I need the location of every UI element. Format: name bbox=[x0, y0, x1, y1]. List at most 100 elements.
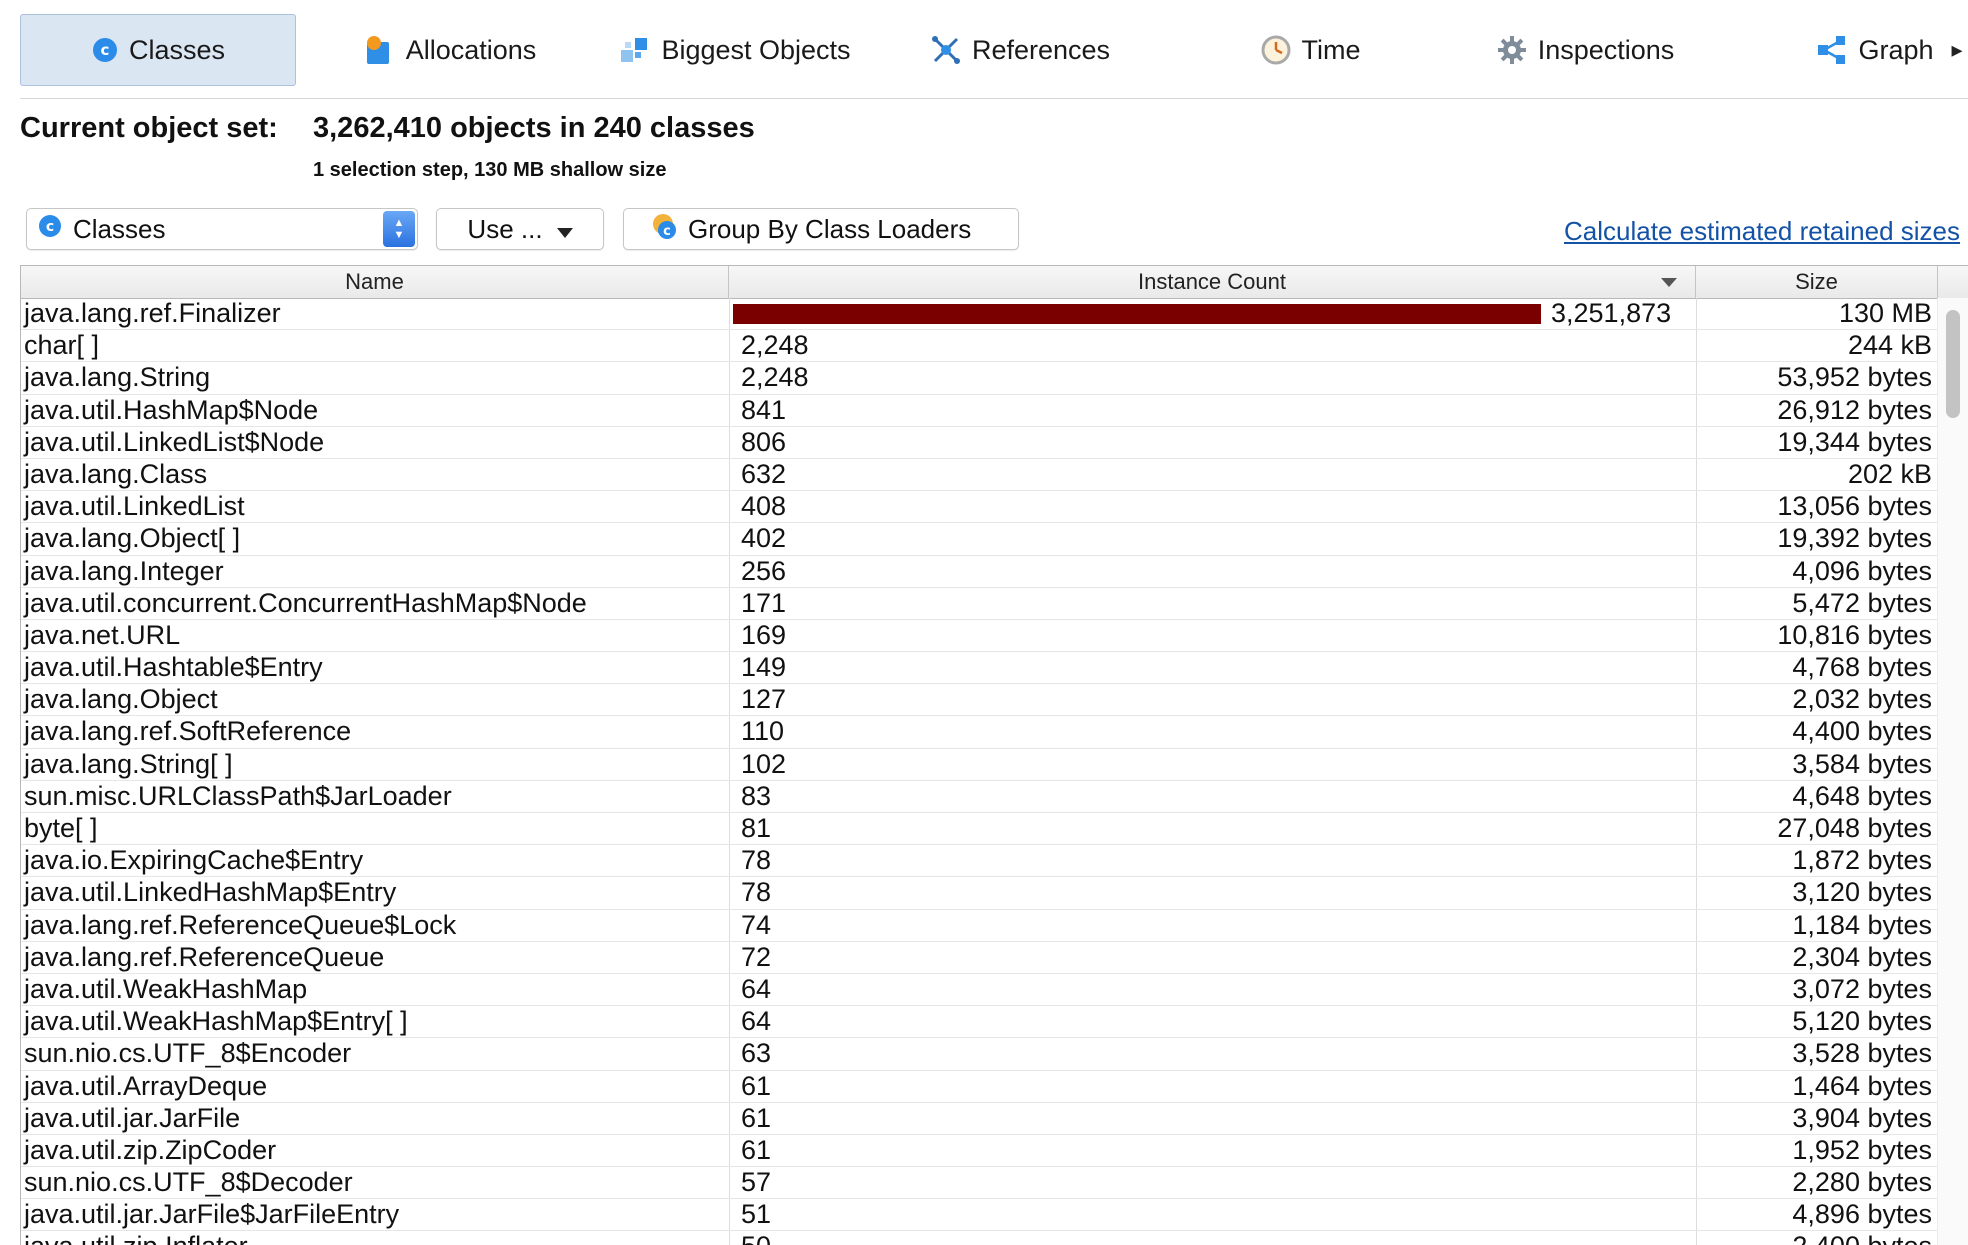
class-name-cell: sun.nio.cs.UTF_8$Encoder bbox=[24, 1038, 352, 1069]
calculate-retained-sizes-link[interactable]: Calculate estimated retained sizes bbox=[1564, 216, 1960, 247]
class-name-cell: java.util.LinkedList$Node bbox=[24, 426, 325, 457]
table-row[interactable]: java.util.zip.Inflater 50 2,400 bytes bbox=[21, 1231, 1938, 1245]
table-row[interactable]: char[ ] 2,248 244 kB bbox=[21, 330, 1938, 363]
tab-time[interactable]: Time bbox=[1245, 14, 1375, 86]
table-row[interactable]: java.util.jar.JarFile 61 3,904 bytes bbox=[21, 1103, 1938, 1135]
instance-count-cell: 169 bbox=[741, 619, 787, 650]
graph-icon bbox=[1816, 34, 1848, 66]
size-cell: 4,096 bytes bbox=[1792, 555, 1932, 586]
tab-graph[interactable]: Graph bbox=[1810, 14, 1940, 86]
table-row[interactable]: java.util.LinkedList$Node 806 19,344 bytes bbox=[21, 427, 1938, 459]
class-loader-icon: c bbox=[650, 211, 680, 248]
table-row[interactable]: sun.misc.URLClassPath$JarLoader 83 4,648 b… bbox=[21, 781, 1938, 813]
table-row[interactable]: java.util.WeakHashMap$Entry[ ] 64 5,120 by… bbox=[21, 1006, 1938, 1039]
tab-inspections[interactable]: Inspections bbox=[1485, 14, 1685, 86]
instance-count-cell: 171 bbox=[741, 587, 787, 618]
column-header-instance-count[interactable]: Instance Count bbox=[729, 266, 1696, 298]
table-row[interactable]: java.lang.String 2,248 53,952 bytes bbox=[21, 362, 1938, 395]
instance-count-cell: 61 bbox=[741, 1102, 772, 1133]
select-stepper-icon[interactable]: ▲ ▼ bbox=[383, 211, 415, 247]
gear-icon bbox=[1496, 34, 1528, 66]
instance-count-cell: 57 bbox=[741, 1167, 772, 1198]
instance-count-cell: 841 bbox=[741, 394, 787, 425]
table-row[interactable]: java.util.LinkedHashMap$Entry 78 3,120 byt… bbox=[21, 877, 1938, 910]
column-header-label: Instance Count bbox=[1138, 269, 1286, 294]
class-name-cell: java.lang.String bbox=[24, 362, 211, 393]
class-name-cell: java.util.zip.ZipCoder bbox=[24, 1134, 277, 1165]
table-row[interactable]: java.util.LinkedList 408 13,056 bytes bbox=[21, 491, 1938, 524]
size-cell: 5,472 bytes bbox=[1792, 587, 1932, 618]
current-object-set-value: 3,262,410 objects in 240 classes bbox=[313, 112, 755, 144]
table-row[interactable]: java.util.WeakHashMap 64 3,072 bytes bbox=[21, 974, 1938, 1007]
instance-count-cell: 256 bbox=[741, 555, 787, 586]
svg-text:c: c bbox=[663, 224, 671, 239]
class-c-icon: c bbox=[91, 36, 119, 64]
table-row[interactable]: java.util.Hashtable$Entry 149 4,768 bytes bbox=[21, 652, 1938, 685]
class-c-icon: c bbox=[37, 213, 63, 246]
class-name-cell: java.util.LinkedHashMap$Entry bbox=[24, 877, 397, 908]
instance-count-cell: 127 bbox=[741, 684, 787, 715]
size-cell: 27,048 bytes bbox=[1777, 813, 1932, 843]
view-select[interactable]: c Classes ▲ ▼ bbox=[26, 208, 418, 250]
table-row[interactable]: byte[ ] 81 27,048 bytes bbox=[21, 813, 1938, 846]
group-by-class-loaders-button[interactable]: c Group By Class Loaders bbox=[623, 208, 1019, 250]
instance-count-cell: 2,248 bbox=[741, 362, 809, 393]
use-button[interactable]: Use ... bbox=[436, 208, 604, 250]
size-cell: 3,904 bytes bbox=[1792, 1102, 1932, 1133]
size-cell: 13,056 bytes bbox=[1777, 491, 1932, 522]
instance-count-cell: 806 bbox=[741, 426, 787, 457]
table-row[interactable]: java.lang.ref.SoftReference 110 4,400 byte… bbox=[21, 716, 1938, 749]
size-cell: 244 kB bbox=[1847, 330, 1932, 361]
table-row[interactable]: java.util.concurrent.ConcurrentHashMap$N… bbox=[21, 588, 1938, 620]
tab-classes[interactable]: c Classes bbox=[20, 14, 296, 86]
instance-count-cell: 51 bbox=[741, 1199, 772, 1230]
instance-count-cell: 102 bbox=[741, 748, 787, 779]
class-name-cell: java.util.jar.JarFile bbox=[24, 1102, 241, 1133]
size-cell: 4,768 bytes bbox=[1792, 652, 1932, 683]
class-name-cell: java.lang.ref.ReferenceQueue bbox=[24, 941, 385, 972]
table-row[interactable]: java.io.ExpiringCache$Entry 78 1,872 bytes bbox=[21, 845, 1938, 878]
instance-count-cell: 408 bbox=[741, 491, 787, 522]
table-row[interactable]: java.util.zip.ZipCoder 61 1,952 bytes bbox=[21, 1134, 1938, 1168]
class-name-cell: java.lang.Object[ ] bbox=[24, 523, 241, 554]
table-row[interactable]: java.net.URL 169 10,816 bytes bbox=[21, 619, 1938, 653]
view-select-value: Classes bbox=[73, 213, 166, 244]
allocations-icon bbox=[364, 34, 396, 66]
tab-references[interactable]: References bbox=[920, 14, 1120, 86]
table-row[interactable]: sun.nio.cs.UTF_8$Encoder 63 3,528 bytes bbox=[21, 1038, 1938, 1071]
size-cell: 1,872 bytes bbox=[1792, 845, 1932, 876]
table-row[interactable]: java.lang.ref.Finalizer 3,251,873 130 MB bbox=[21, 298, 1938, 331]
class-name-cell: java.lang.Class bbox=[24, 458, 208, 489]
class-name-cell: java.util.WeakHashMap$Entry[ ] bbox=[24, 1006, 408, 1037]
table-row[interactable]: java.lang.Object 127 2,032 bytes bbox=[21, 684, 1938, 717]
size-cell: 3,584 bytes bbox=[1792, 748, 1932, 779]
table-row[interactable]: java.lang.Object[ ] 402 19,392 bytes bbox=[21, 523, 1938, 556]
table-row[interactable]: java.lang.ref.ReferenceQueue 72 2,304 byte… bbox=[21, 942, 1938, 974]
table-row[interactable]: java.util.ArrayDeque 61 1,464 bytes bbox=[21, 1071, 1938, 1103]
table-row[interactable]: java.util.jar.JarFile$JarFileEntry 51 4,89… bbox=[21, 1199, 1938, 1232]
column-header-name[interactable]: Name bbox=[21, 266, 729, 298]
tab-label: Time bbox=[1301, 34, 1361, 65]
scrollbar-thumb[interactable] bbox=[1946, 310, 1960, 418]
size-cell: 1,184 bytes bbox=[1792, 909, 1932, 940]
svg-text:c: c bbox=[101, 41, 110, 59]
table-header: Name Instance Count Size bbox=[21, 266, 1968, 299]
column-header-size[interactable]: Size bbox=[1696, 266, 1938, 298]
class-name-cell: java.util.HashMap$Node bbox=[24, 394, 319, 425]
tab-biggest-objects[interactable]: Biggest Objects bbox=[600, 14, 870, 86]
table-row[interactable]: java.lang.ref.ReferenceQueue$Lock 74 1,184… bbox=[21, 910, 1938, 942]
vertical-scrollbar[interactable] bbox=[1937, 298, 1968, 1245]
table-row[interactable]: java.lang.Integer 256 4,096 bytes bbox=[21, 556, 1938, 588]
tab-allocations[interactable]: Allocations bbox=[340, 14, 560, 86]
size-cell: 202 kB bbox=[1847, 458, 1932, 489]
table-row[interactable]: sun.nio.cs.UTF_8$Decoder 57 2,280 bytes bbox=[21, 1167, 1938, 1200]
selection-step-detail: 1 selection step, 130 MB shallow size bbox=[313, 159, 667, 181]
instance-count-cell: 50 bbox=[741, 1231, 1691, 1245]
tab-overflow-chevron-icon[interactable]: ▸ bbox=[1946, 14, 1968, 86]
table-row[interactable]: java.util.HashMap$Node 841 26,912 bytes bbox=[21, 395, 1938, 427]
view-tab-bar: c Classes Allocations Biggest Objects Re… bbox=[20, 14, 1968, 99]
tab-label: Biggest Objects bbox=[661, 34, 851, 65]
size-cell: 2,280 bytes bbox=[1792, 1167, 1932, 1198]
table-row[interactable]: java.lang.Class 632 202 kB bbox=[21, 458, 1938, 492]
table-row[interactable]: java.lang.String[ ] 102 3,584 bytes bbox=[21, 749, 1938, 781]
